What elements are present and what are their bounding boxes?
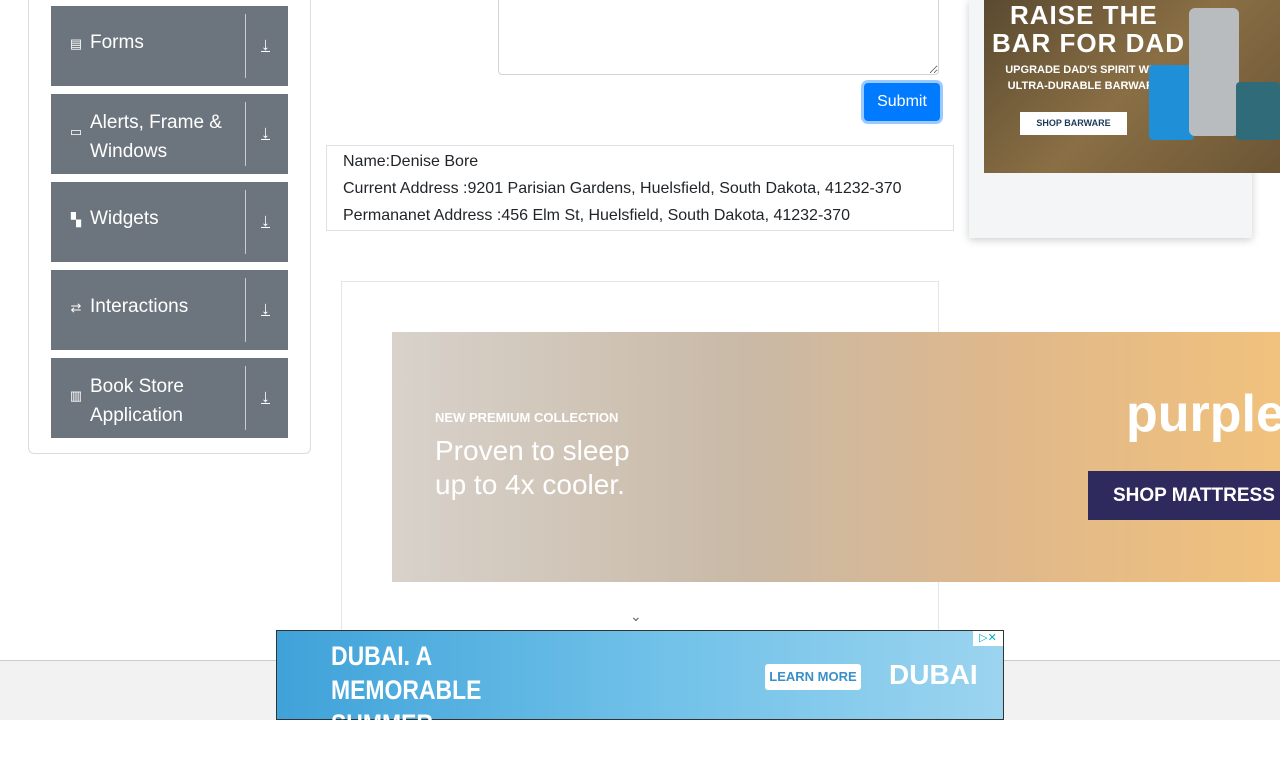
shop-barware-button[interactable]: SHOP BARWARE bbox=[1020, 112, 1127, 135]
divider bbox=[245, 14, 246, 78]
chevron-down-icon[interactable]: ⌄ bbox=[630, 608, 642, 625]
output-name: Name:Denise Bore bbox=[343, 153, 479, 170]
adchoices-close-icon[interactable]: ▷✕ bbox=[973, 631, 1003, 646]
ad-headline: BAR FOR DAD bbox=[992, 28, 1185, 58]
divider bbox=[245, 366, 246, 430]
widgets-icon: ▚ bbox=[71, 212, 81, 227]
dubai-ad[interactable]: DUBAI. A MEMORABLE SUMMER VACATION LEARN… bbox=[276, 630, 1004, 773]
dubai-logo: DUBAI bbox=[889, 659, 978, 690]
sidebar: ▤ Forms ↓ ▭ Alerts, Frame & Windows ↓ ▚ … bbox=[28, 0, 311, 454]
interactions-icon: ⇄ bbox=[70, 300, 82, 315]
submit-button[interactable]: Submit bbox=[864, 83, 940, 121]
product-image bbox=[1236, 82, 1280, 140]
divider bbox=[245, 102, 246, 166]
download-icon[interactable]: ↓ bbox=[261, 298, 270, 319]
yeti-ad[interactable]: RAISE THE BAR FOR DAD UPGRADE DAD'S SPIR… bbox=[984, 0, 1280, 173]
product-image bbox=[1149, 65, 1194, 140]
group-label: Interactions bbox=[90, 296, 189, 317]
form-icon: ▤ bbox=[69, 36, 83, 51]
purple-logo: purple bbox=[1126, 385, 1280, 443]
output-permanent-address: Permananet Address :456 Elm St, Huelsfie… bbox=[343, 207, 850, 224]
learn-more-button[interactable]: LEARN MORE bbox=[765, 664, 861, 690]
group-label: Widgets bbox=[90, 208, 159, 229]
sidebar-group-bookstore[interactable]: ▥ Book Store Application ↓ bbox=[51, 358, 288, 438]
download-icon[interactable]: ↓ bbox=[261, 122, 270, 143]
download-icon[interactable]: ↓ bbox=[261, 210, 270, 231]
permanent-address-textarea[interactable] bbox=[498, 0, 939, 75]
ad-kicker: NEW PREMIUM COLLECTION bbox=[435, 410, 619, 425]
output-current-address: Current Address :9201 Parisian Gardens, … bbox=[343, 180, 902, 197]
window-icon: ▭ bbox=[69, 124, 83, 139]
group-label: Book Store Application bbox=[90, 376, 184, 426]
sidebar-group-widgets[interactable]: ▚ Widgets ↓ bbox=[51, 182, 288, 262]
output-box: Name:Denise Bore Current Address :9201 P… bbox=[326, 145, 954, 231]
product-image bbox=[1189, 8, 1239, 136]
sidebar-group-interactions[interactable]: ⇄ Interactions ↓ bbox=[51, 270, 288, 350]
group-label: Forms bbox=[90, 32, 144, 53]
divider bbox=[245, 278, 246, 342]
shop-mattress-button[interactable]: SHOP MATTRESS bbox=[1088, 471, 1280, 520]
group-label: Alerts, Frame & Windows bbox=[90, 112, 222, 162]
sidebar-group-alerts[interactable]: ▭ Alerts, Frame & Windows ↓ bbox=[51, 94, 288, 174]
sidebar-group-forms[interactable]: ▤ Forms ↓ bbox=[51, 6, 288, 86]
download-icon[interactable]: ↓ bbox=[261, 386, 270, 407]
download-icon[interactable]: ↓ bbox=[261, 34, 270, 55]
ad-headline: RAISE THE bbox=[1010, 0, 1158, 30]
divider bbox=[245, 190, 246, 254]
ad-headline: Proven to sleep up to 4x cooler. bbox=[435, 435, 630, 500]
purple-ad[interactable]: NEW PREMIUM COLLECTION Proven to sleep u… bbox=[392, 332, 1280, 582]
ad-headline: DUBAI. A MEMORABLE SUMMER VACATION bbox=[331, 641, 482, 773]
books-icon: ▥ bbox=[69, 388, 83, 403]
